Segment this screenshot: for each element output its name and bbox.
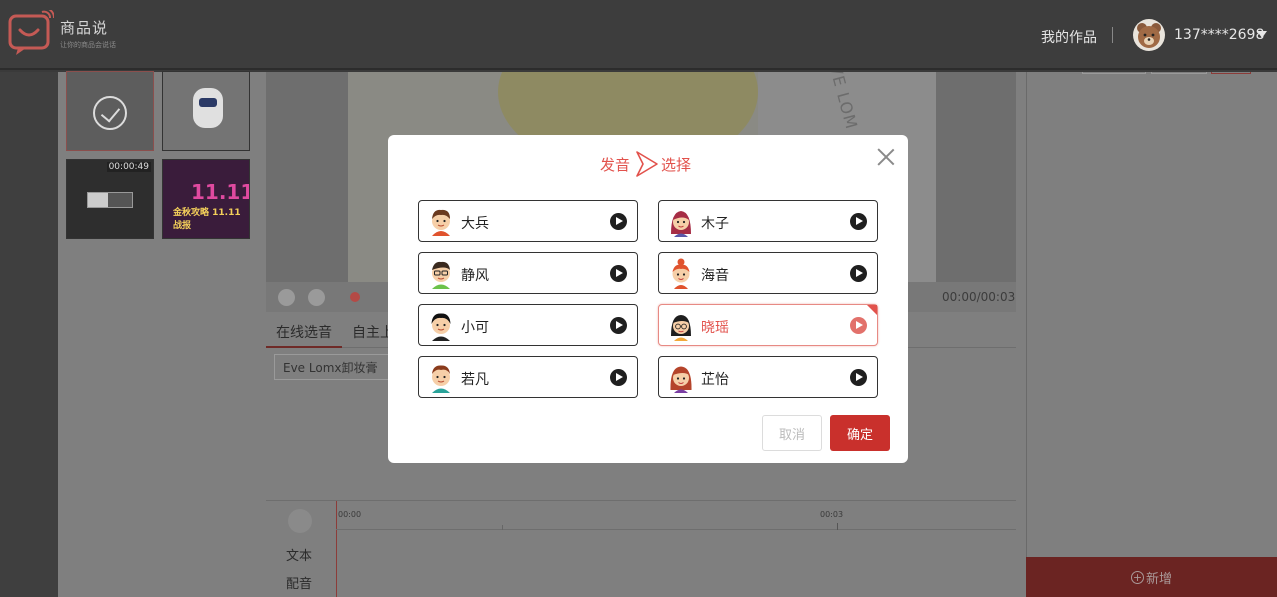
clip-graphic xyxy=(87,192,133,208)
voice-option-ruofan[interactable]: 若凡 xyxy=(418,356,638,398)
cancel-button[interactable]: 取消 xyxy=(762,415,822,451)
title-input[interactable]: Eve Lomx卸妆膏 xyxy=(274,354,394,380)
girl-glasses-avatar-icon xyxy=(671,315,691,341)
add-button-label: 新增 xyxy=(1145,571,1172,587)
girl-bun-avatar-icon xyxy=(672,258,690,289)
clip-promo-number: 11.11 xyxy=(191,180,250,204)
play-icon[interactable] xyxy=(850,265,867,282)
arrow-play-icon xyxy=(636,151,658,177)
voice-name: 海音 xyxy=(701,268,729,284)
clip-thumbnail[interactable]: 00:00:49 xyxy=(66,159,154,239)
header-divider xyxy=(1112,27,1113,43)
my-works-link[interactable]: 我的作品 xyxy=(1041,27,1097,47)
boy-black-hair-avatar-icon xyxy=(431,313,451,341)
playback-time: 00:00/00:03 xyxy=(942,290,1016,304)
play-icon[interactable] xyxy=(610,213,627,230)
top-bar: 商品说 让你的商品会说话 我的作品 137****2698 xyxy=(0,0,1277,70)
right-panel-button[interactable] xyxy=(1211,72,1251,74)
ruler-label-start: 00:00 xyxy=(338,510,362,519)
voice-option-xiaoyao[interactable]: 晓瑶 xyxy=(658,304,878,346)
ruler-tick xyxy=(837,523,838,530)
timeline-ruler xyxy=(336,529,1016,530)
right-panel xyxy=(1026,72,1277,597)
add-button[interactable]: + 新增 xyxy=(1026,557,1277,597)
logo-title: 商品说 xyxy=(60,18,109,37)
clip-thumbnail[interactable] xyxy=(162,71,250,151)
timeline: 文本 配音 00:00 00:03 xyxy=(266,500,1016,597)
logo-icon xyxy=(8,10,54,55)
logo-subtitle: 让你的商品会说话 xyxy=(60,40,116,49)
timeline-text-label: 文本 xyxy=(286,549,313,564)
voice-name: 小可 xyxy=(461,320,489,336)
bear-avatar-icon xyxy=(1137,23,1161,48)
voice-option-dabing[interactable]: 大兵 xyxy=(418,200,638,242)
progress-handle[interactable] xyxy=(350,292,360,302)
trash-icon[interactable] xyxy=(288,509,312,533)
play-icon[interactable] xyxy=(850,213,867,230)
clip-thumbnail[interactable]: 11.11 金秋攻略 11.11战报 xyxy=(162,159,250,239)
voice-select-dialog: 发音 选择 大兵 木子 静风 海音 小可 晓瑶 若凡 芷怡 取消 确定 xyxy=(388,135,908,463)
confirm-button[interactable]: 确定 xyxy=(830,415,890,451)
play-icon[interactable] xyxy=(278,289,295,306)
voice-name: 大兵 xyxy=(461,216,489,232)
close-icon[interactable] xyxy=(876,147,896,167)
clip-duration: 00:00:49 xyxy=(106,162,151,172)
active-tab-underline xyxy=(266,346,342,348)
boy-teal-avatar-icon xyxy=(432,365,450,393)
timeline-audio-label: 配音 xyxy=(286,577,313,592)
play-icon[interactable] xyxy=(610,317,627,334)
play-icon[interactable] xyxy=(610,265,627,282)
clip-thumbnail-selected[interactable] xyxy=(66,71,154,151)
voice-option-xiaoke[interactable]: 小可 xyxy=(418,304,638,346)
voice-name: 芷怡 xyxy=(701,372,729,388)
dialog-title: 发音 选择 xyxy=(600,150,691,178)
voice-option-muzi[interactable]: 木子 xyxy=(658,200,878,242)
clip-promo-text: 金秋攻略 11.11战报 xyxy=(173,208,241,231)
right-panel-button[interactable] xyxy=(1082,72,1146,74)
boy-glasses-avatar-icon xyxy=(432,261,450,289)
plus-circle-icon: + xyxy=(1130,570,1144,584)
user-avatar[interactable] xyxy=(1133,19,1165,51)
play-icon[interactable] xyxy=(850,369,867,386)
ruler-label-end: 00:03 xyxy=(820,510,844,519)
girl-red-hair-avatar-icon xyxy=(670,366,692,393)
check-icon xyxy=(93,96,127,130)
robot-image xyxy=(193,88,223,128)
voice-name: 木子 xyxy=(701,216,729,232)
dialog-title-left: 发音 xyxy=(600,155,631,174)
voice-name: 晓瑶 xyxy=(701,320,729,336)
tab-online-voice[interactable]: 在线选音 xyxy=(276,322,332,342)
playhead[interactable] xyxy=(336,501,337,597)
voice-option-haiyin[interactable]: 海音 xyxy=(658,252,878,294)
chevron-down-icon[interactable] xyxy=(1257,31,1267,38)
voice-option-jingfeng[interactable]: 静风 xyxy=(418,252,638,294)
ruler-tick xyxy=(502,525,503,530)
girl-avatar-icon xyxy=(671,211,691,237)
play-icon[interactable] xyxy=(610,369,627,386)
boy-avatar-icon xyxy=(432,209,450,236)
right-panel-button[interactable] xyxy=(1151,72,1207,74)
dialog-title-right: 选择 xyxy=(661,155,692,174)
username[interactable]: 137****2698 xyxy=(1174,27,1264,43)
stop-icon[interactable] xyxy=(308,289,325,306)
app-logo[interactable]: 商品说 让你的商品会说话 xyxy=(8,10,116,56)
voice-name: 若凡 xyxy=(461,372,489,388)
play-icon[interactable] xyxy=(850,317,867,334)
voice-option-zhiyi[interactable]: 芷怡 xyxy=(658,356,878,398)
voice-name: 静风 xyxy=(461,268,489,284)
left-gutter xyxy=(0,72,58,597)
